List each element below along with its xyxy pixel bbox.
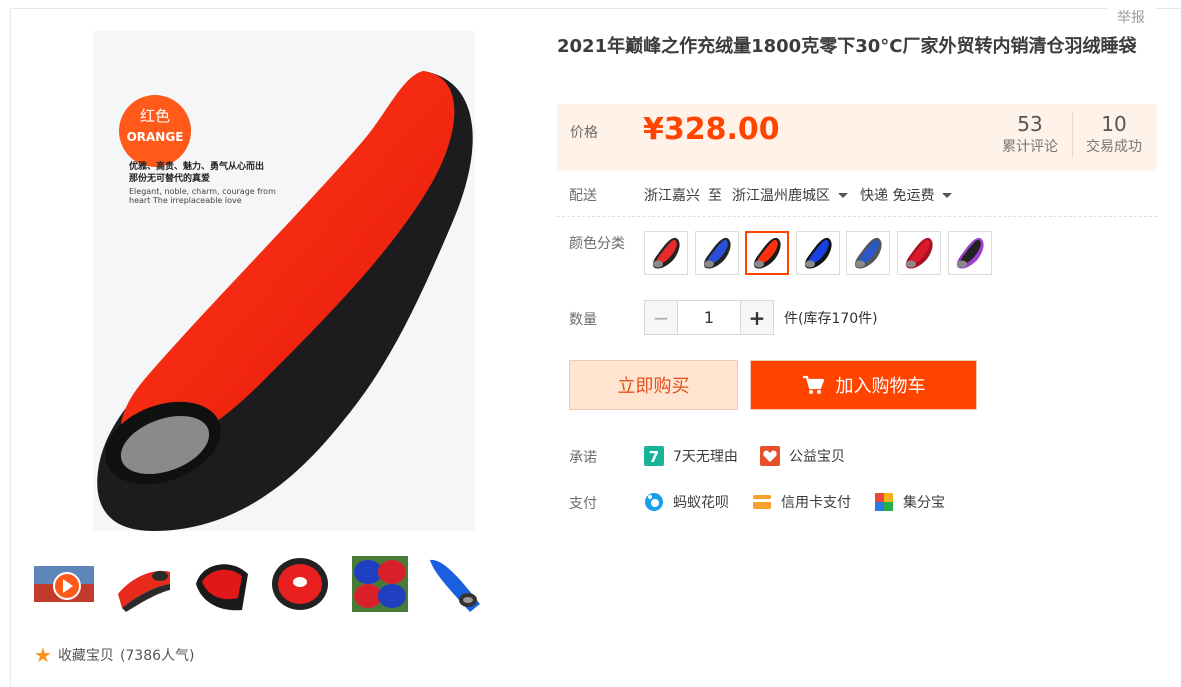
promise-text-1: 7天无理由	[673, 449, 738, 465]
thumbnail-image	[430, 559, 480, 612]
buy-now-button[interactable]: 立即购买	[569, 360, 738, 410]
delivery-row: 浙江嘉兴 至 浙江温州鹿城区 快递 免运费	[644, 185, 964, 205]
main-product-image[interactable]: 红色 ORANGE 优雅、高贵、魅力、勇气从心而出 那份无可替代的真爱 Eleg…	[93, 31, 475, 531]
stock-text: 件(库存170件)	[784, 310, 878, 327]
thumbnail-video-thumb[interactable]	[32, 552, 96, 616]
payment-text-3: 集分宝	[903, 495, 945, 511]
thumbnail-image	[352, 556, 408, 612]
thumbnail-image	[118, 570, 170, 612]
promise-seven-day-return[interactable]: 7 7天无理由	[644, 446, 738, 466]
caption-cn-1: 优雅、高贵、魅力、勇气从心而出	[129, 160, 264, 172]
report-link[interactable]: 举报	[1107, 7, 1155, 27]
thumbnail-red-bag-side[interactable]	[112, 552, 176, 616]
payment-credit-card[interactable]: 信用卡支付	[752, 492, 851, 512]
seven-day-return-icon: 7	[644, 446, 664, 466]
payment-jifenbao[interactable]: 集分宝	[874, 492, 945, 512]
color-swatch-red[interactable]	[644, 231, 688, 275]
sleeping-bag-illustration: 红色 ORANGE 优雅、高贵、魅力、勇气从心而出 那份无可替代的真爱 Eleg…	[93, 31, 475, 531]
destination-chevron-down-icon[interactable]	[838, 192, 848, 198]
credit-card-icon	[752, 492, 772, 512]
charity-icon	[760, 446, 780, 466]
quantity-plus-button[interactable]: +	[740, 300, 774, 335]
swatch-image	[754, 237, 781, 269]
swatch-image	[855, 237, 883, 269]
delivery-from: 浙江嘉兴	[644, 188, 700, 204]
delivery-destination[interactable]: 浙江温州鹿城区	[732, 185, 830, 205]
review-count[interactable]: 53 累计评论	[988, 112, 1072, 158]
promise-text-2: 公益宝贝	[789, 449, 845, 465]
delivery-label: 配送	[569, 188, 597, 204]
delivery-to-word: 至	[708, 188, 722, 204]
badge-text-en: ORANGE	[127, 130, 184, 144]
caption-en-1: Elegant, noble, charm, courage from	[129, 187, 276, 196]
method-chevron-down-icon[interactable]	[942, 192, 953, 198]
delivery-method[interactable]: 快递 免运费	[860, 185, 934, 205]
payment-label: 支付	[569, 496, 597, 512]
promise-label: 承诺	[569, 450, 597, 466]
review-count-number: 53	[1017, 112, 1043, 136]
swatch-image	[703, 237, 731, 269]
product-title: 2021年巅峰之作充绒量1800克零下30°C厂家外贸转内销清仓羽绒睡袋	[557, 36, 1137, 57]
thumbnail-red-bag-hood[interactable]	[268, 552, 332, 616]
thumbnail-red-bag-open[interactable]	[190, 552, 254, 616]
quantity-input[interactable]: 1	[678, 300, 740, 335]
jifenbao-icon	[874, 492, 894, 512]
quantity-label: 数量	[569, 312, 597, 328]
price-panel: 价格 ¥328.00 53 累计评论 10 交易成功	[557, 104, 1157, 171]
swatch-image	[956, 237, 984, 269]
caption-cn-2: 那份无可替代的真爱	[129, 172, 210, 184]
add-to-cart-button[interactable]: 加入购物车	[750, 360, 977, 410]
quantity-stepper: − 1 + 件(库存170件)	[644, 300, 878, 335]
payment-text-1: 蚂蚁花呗	[673, 495, 729, 511]
sales-count-number: 10	[1101, 112, 1127, 136]
add-to-cart-label: 加入购物车	[835, 376, 926, 397]
thumbnail-blue-bag[interactable]	[422, 552, 486, 616]
price-label: 价格	[570, 125, 598, 141]
payment-huabei[interactable]: 蚂蚁花呗	[644, 492, 729, 512]
color-swatch-royal-blue[interactable]	[795, 231, 840, 275]
color-swatch-black-purple[interactable]	[947, 231, 992, 275]
review-count-label: 累计评论	[1002, 139, 1058, 155]
favorite-button[interactable]: ★ 收藏宝贝 (7386人气)	[34, 645, 195, 665]
thumbnail-strip	[32, 552, 492, 618]
thumbnail-image	[196, 564, 248, 611]
star-icon: ★	[34, 643, 52, 667]
price-value: ¥328.00	[643, 112, 780, 147]
favorite-count: (7386人气)	[119, 648, 195, 664]
sales-count: 10 交易成功	[1072, 112, 1156, 158]
color-swatch-blue[interactable]	[694, 231, 739, 275]
promise-charity[interactable]: 公益宝贝	[760, 446, 845, 466]
swatch-image	[905, 237, 933, 269]
cart-icon	[802, 375, 824, 395]
color-swatch-crimson[interactable]	[897, 231, 941, 275]
thumbnail-red-blue-bags[interactable]	[348, 552, 412, 616]
quantity-minus-button[interactable]: −	[644, 300, 678, 335]
caption-en-2: heart The irreplaceable love	[129, 196, 242, 205]
swatch-image	[652, 237, 680, 269]
badge-text-cn: 红色	[140, 107, 170, 125]
color-label: 颜色分类	[569, 236, 625, 252]
sales-count-label: 交易成功	[1086, 139, 1142, 155]
color-swatch-orange-red[interactable]	[745, 231, 790, 275]
favorite-label: 收藏宝贝	[57, 648, 114, 664]
payment-text-2: 信用卡支付	[781, 495, 851, 511]
divider	[557, 216, 1157, 217]
huabei-icon	[644, 492, 664, 512]
svg-text:7: 7	[649, 448, 659, 466]
thumbnail-image	[34, 566, 94, 602]
color-swatch-blue-gray[interactable]	[846, 231, 891, 275]
thumbnail-image	[272, 558, 328, 610]
swatch-image	[804, 237, 832, 269]
